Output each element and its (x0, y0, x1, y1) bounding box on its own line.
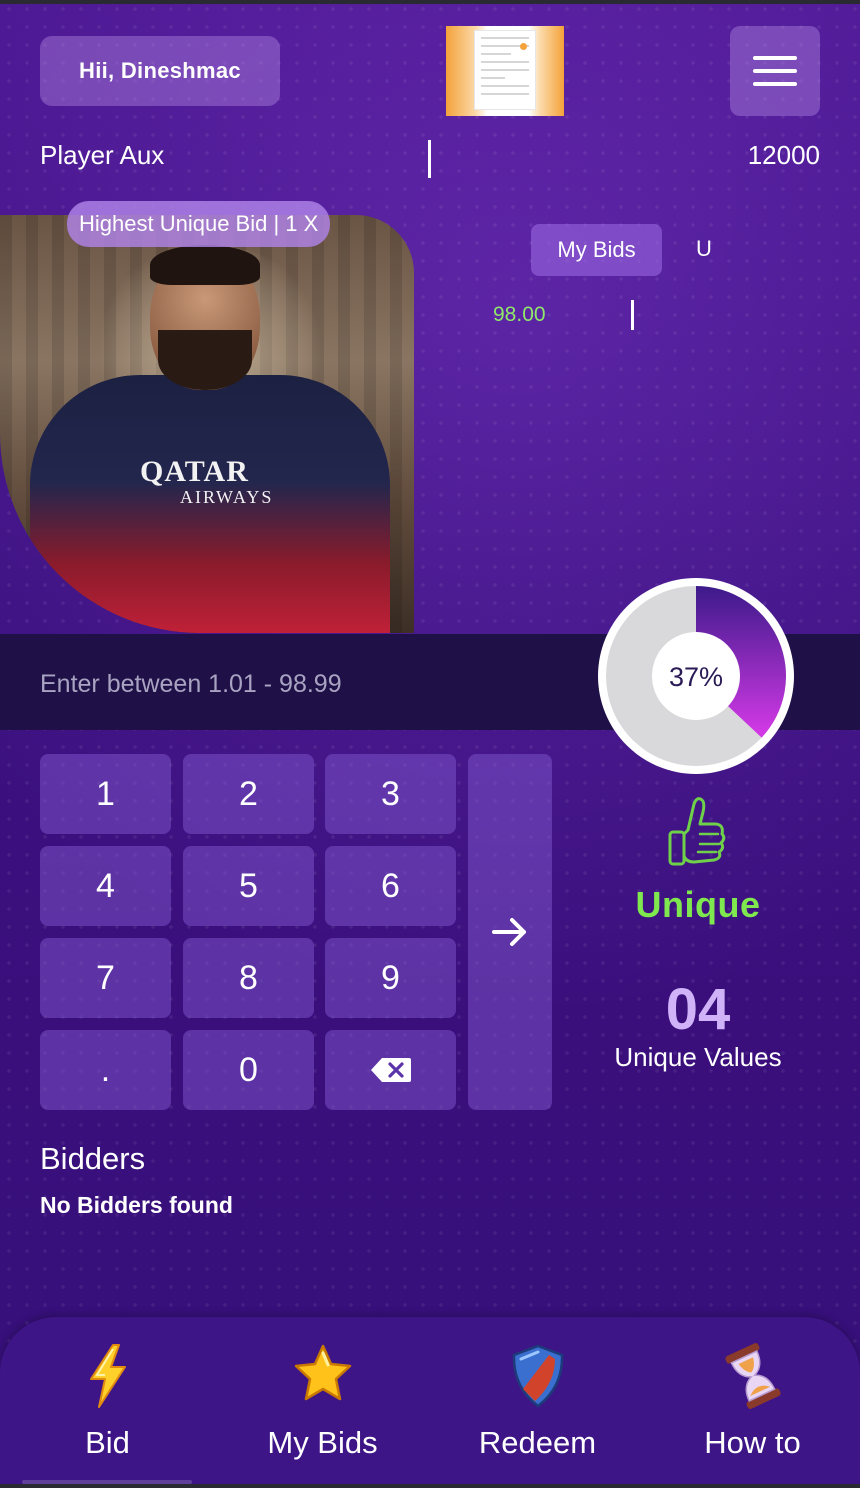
wallet-balance: 12000 (747, 140, 820, 170)
keypad-key-1[interactable]: 1 (40, 754, 171, 834)
nav-label-redeem: Redeem (478, 1425, 597, 1460)
nav-item-bid[interactable]: Bid (0, 1317, 215, 1488)
keypad-key-7[interactable]: 7 (40, 938, 171, 1018)
bidders-empty-message: No Bidders found (40, 1192, 233, 1218)
hamburger-menu-button[interactable] (730, 26, 820, 116)
keypad-key-6[interactable]: 6 (325, 846, 456, 926)
menu-icon-bar (753, 69, 797, 73)
top-edge (0, 0, 860, 4)
keypad-key-decimal[interactable]: . (40, 1030, 171, 1110)
submit-bid-button[interactable] (468, 754, 552, 1110)
menu-icon-bar (753, 56, 797, 60)
player-name: Player Aux (40, 140, 165, 170)
keypad-key-3[interactable]: 3 (325, 754, 456, 834)
unique-count-label: Unique Values (614, 1042, 782, 1072)
bid-row-divider (631, 300, 634, 330)
player-photo: QATAR AIRWAYS (0, 215, 414, 633)
thumbs-up-icon (668, 797, 726, 866)
my-bid-value: 98.00 (493, 303, 546, 326)
unique-count: 04 (665, 977, 731, 1042)
hourglass-icon (724, 1343, 781, 1409)
menu-icon-bar (753, 82, 797, 86)
backspace-icon (370, 1058, 411, 1082)
tab-my-bids-label: My Bids (557, 237, 636, 262)
bottom-navigation: Bid My Bids Redeem How to (0, 1317, 860, 1488)
auction-type-text: Highest Unique Bid | 1 X (79, 211, 319, 236)
nav-label-how-to: How to (704, 1425, 801, 1460)
keypad-backspace-button[interactable] (325, 1030, 456, 1110)
nav-item-redeem[interactable]: Redeem (430, 1317, 645, 1488)
keypad-key-5[interactable]: 5 (183, 846, 314, 926)
nav-item-how-to[interactable]: How to (645, 1317, 860, 1488)
keypad-key-0[interactable]: 0 (183, 1030, 314, 1110)
app-logo[interactable] (446, 26, 564, 116)
tab-my-bids[interactable]: My Bids (531, 224, 662, 276)
auction-type-badge: Highest Unique Bid | 1 X (67, 201, 331, 247)
unique-status-label: Unique (635, 884, 761, 925)
nav-item-my-bids[interactable]: My Bids (215, 1317, 430, 1488)
keypad-key-9[interactable]: 9 (325, 938, 456, 1018)
arrow-right-icon (492, 918, 526, 946)
progress-label: 37% (669, 662, 723, 692)
lightning-icon (89, 1344, 126, 1408)
header-divider (428, 140, 431, 178)
bottom-edge (0, 1484, 860, 1488)
bid-input-placeholder: Enter between 1.01 - 98.99 (40, 670, 342, 698)
keypad-key-8[interactable]: 8 (183, 938, 314, 1018)
keypad-key-4[interactable]: 4 (40, 846, 171, 926)
shield-icon (512, 1344, 563, 1408)
logo-document-graphic (474, 30, 536, 110)
greeting-chip: Hii, Dineshmac (40, 36, 280, 106)
tab-unique[interactable]: U (696, 236, 712, 262)
progress-ring: 37% (598, 578, 794, 774)
nav-label-bid: Bid (85, 1425, 130, 1460)
star-icon (294, 1344, 351, 1401)
keypad-key-2[interactable]: 2 (183, 754, 314, 834)
nav-label-my-bids: My Bids (267, 1425, 378, 1460)
greeting-text: Hii, Dineshmac (79, 58, 241, 83)
bidders-heading: Bidders (40, 1141, 146, 1176)
